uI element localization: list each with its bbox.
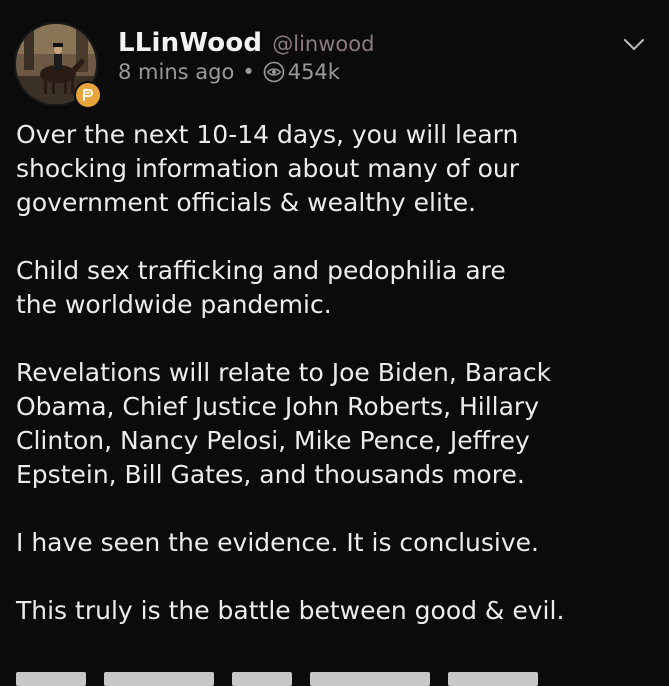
post-card: LLinWood @linwood 8 mins ago • 454k Over… — [0, 0, 669, 686]
post-timestamp: 8 mins ago — [118, 60, 235, 84]
avatar-container[interactable] — [14, 22, 102, 109]
author-row: LLinWood @linwood — [118, 28, 629, 58]
post-header: LLinWood @linwood 8 mins ago • 454k — [118, 28, 629, 84]
parler-p-badge-icon — [74, 81, 102, 109]
author-handle[interactable]: @linwood — [272, 32, 374, 56]
post-paragraph-1: Over the next 10-14 days, you will learn… — [16, 120, 520, 217]
post-body: Over the next 10-14 days, you will learn… — [16, 118, 661, 662]
post-meta: 8 mins ago • 454k — [118, 60, 629, 84]
post-paragraph-4: I have seen the evidence. It is conclusi… — [16, 528, 539, 557]
eye-icon — [263, 61, 285, 83]
view-count-value: 454k — [287, 60, 340, 84]
meta-separator: • — [242, 60, 255, 84]
view-count: 454k — [263, 60, 340, 84]
post-paragraph-5: This truly is the battle between good & … — [16, 596, 565, 625]
chevron-down-icon[interactable] — [623, 38, 645, 52]
post-paragraph-2: Child sex trafficking and pedophilia are… — [16, 256, 506, 319]
post-paragraph-3: Revelations will relate to Joe Biden, Ba… — [16, 358, 552, 489]
author-display-name[interactable]: LLinWood — [118, 28, 262, 58]
